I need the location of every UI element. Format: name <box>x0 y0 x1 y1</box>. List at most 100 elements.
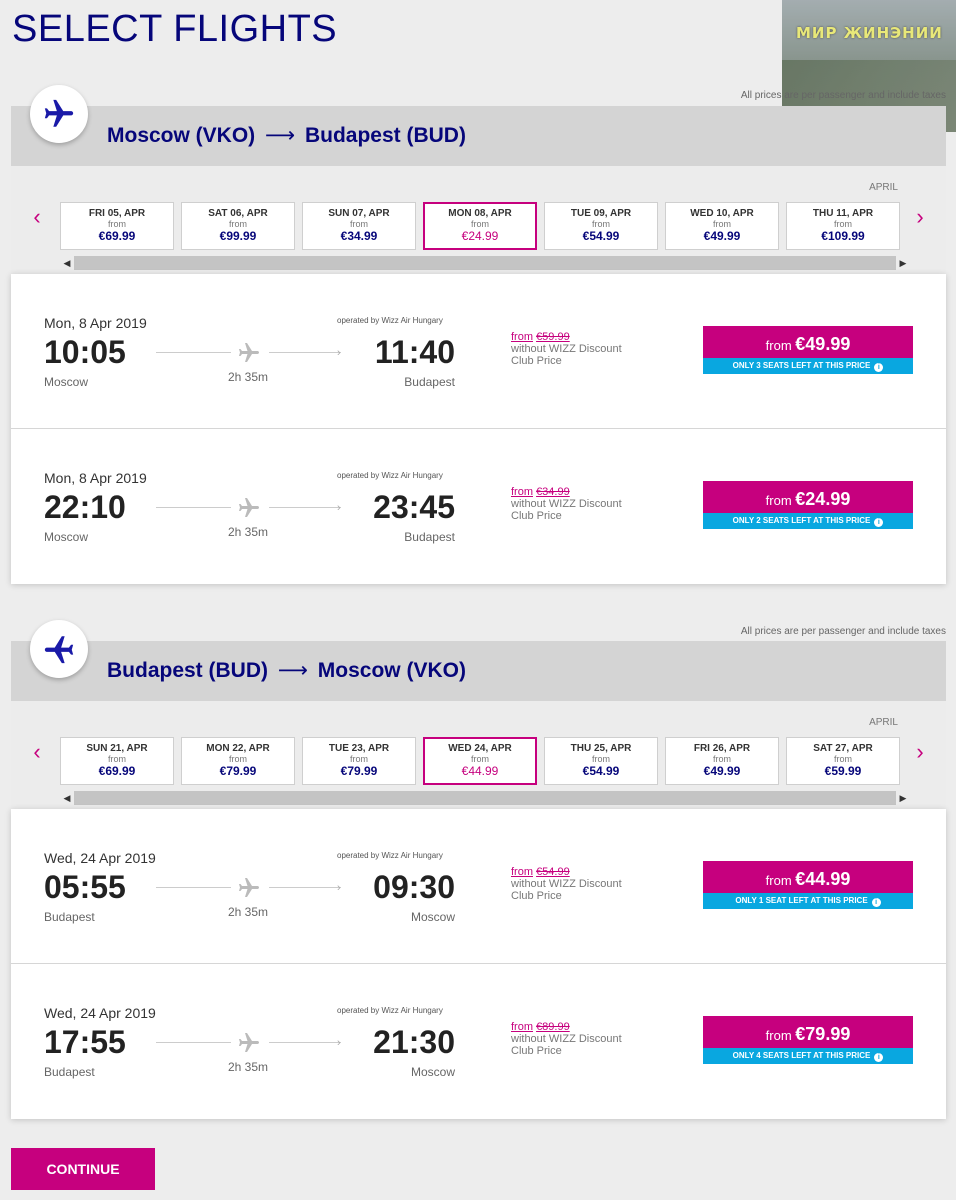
date-label: TUE 09, APR <box>570 208 632 219</box>
date-from-label: from <box>592 219 610 229</box>
fare-from-label: from <box>765 873 792 888</box>
arrow-right-icon: › <box>337 347 341 359</box>
select-fare-button[interactable]: from €79.99 ONLY 4 SEATS LEFT AT THIS PR… <box>703 1016 913 1064</box>
date-card[interactable]: TUE 23, APR from €79.99 <box>302 737 416 785</box>
date-price: €79.99 <box>340 764 378 778</box>
scroll-left-arrow-icon[interactable]: ◀ <box>60 258 74 269</box>
date-from-label: from <box>229 219 247 229</box>
departure-city: Moscow <box>44 530 89 544</box>
operated-by: operated by Wizz Air Hungary <box>337 851 443 860</box>
arrow-right-icon: › <box>337 502 341 514</box>
date-from-label: from <box>350 754 368 764</box>
club-price[interactable]: €89.99 <box>536 1021 570 1033</box>
date-card-selected[interactable]: MON 08, APR from €24.99 <box>423 202 537 250</box>
select-fare-button[interactable]: from €49.99 ONLY 3 SEATS LEFT AT THIS PR… <box>703 326 913 374</box>
continue-button[interactable]: CONTINUE <box>11 1148 155 1190</box>
date-price: €54.99 <box>582 764 620 778</box>
club-note: without WIZZ Discount <box>511 343 622 355</box>
arrow-right-icon: › <box>337 1037 341 1049</box>
date-label: SAT 27, APR <box>813 743 873 754</box>
date-card-selected[interactable]: WED 24, APR from €44.99 <box>423 737 537 785</box>
fare-from-label: from <box>765 1028 792 1043</box>
date-card[interactable]: THU 25, APR from €54.99 <box>544 737 658 785</box>
route-line <box>269 507 341 508</box>
info-icon[interactable]: i <box>871 898 881 907</box>
scroll-left-arrow-icon[interactable]: ◀ <box>60 793 74 804</box>
flight-date: Wed, 24 Apr 2019 <box>44 850 156 866</box>
date-label: FRI 26, APR <box>693 743 751 754</box>
club-price[interactable]: €34.99 <box>536 486 570 498</box>
date-label: SAT 06, APR <box>208 208 268 219</box>
date-label: MON 08, APR <box>448 208 512 219</box>
route-title: Moscow (VKO) ⟶ Budapest (BUD) <box>107 123 466 148</box>
fare-amount: €49.99 <box>795 334 851 354</box>
date-card[interactable]: MON 22, APR from €79.99 <box>181 737 295 785</box>
arrow-right-icon: › <box>337 882 341 894</box>
plane-icon <box>237 496 261 525</box>
club-price-info: from €54.99 without WIZZ Discount Club P… <box>511 866 622 902</box>
info-icon[interactable]: i <box>874 1053 884 1062</box>
club-note: Club Price <box>511 1045 562 1057</box>
outbound-flights-panel: Mon, 8 Apr 2019 operated by Wizz Air Hun… <box>11 274 946 584</box>
plane-icon <box>237 341 261 370</box>
club-from-link[interactable]: from <box>511 331 533 343</box>
departure-time: 22:10 <box>44 489 126 525</box>
arrival-time: 11:40 <box>374 334 455 370</box>
club-note: without WIZZ Discount <box>511 878 622 890</box>
scrollbar-thumb[interactable] <box>74 256 896 270</box>
scroll-right-arrow-icon[interactable]: ▶ <box>896 258 910 269</box>
info-icon[interactable]: i <box>874 363 884 372</box>
prev-dates-chevron-left-icon[interactable]: ‹ <box>27 206 47 228</box>
fare-price: from €79.99 <box>703 1016 913 1048</box>
club-price[interactable]: €59.99 <box>536 331 570 343</box>
date-price: €49.99 <box>703 764 741 778</box>
club-from-link[interactable]: from <box>511 486 533 498</box>
date-card[interactable]: FRI 26, APR from €49.99 <box>665 737 779 785</box>
seats-left-banner: ONLY 1 SEAT LEFT AT THIS PRICE i <box>703 893 913 909</box>
date-card[interactable]: THU 11, APR from €109.99 <box>786 202 900 250</box>
outbound-route-header: Moscow (VKO) ⟶ Budapest (BUD) <box>11 106 946 166</box>
club-price[interactable]: €54.99 <box>536 866 570 878</box>
scrollbar-thumb[interactable] <box>74 791 896 805</box>
date-card[interactable]: SUN 21, APR from €69.99 <box>60 737 174 785</box>
date-card[interactable]: WED 10, APR from €49.99 <box>665 202 779 250</box>
next-dates-chevron-right-icon[interactable]: › <box>910 741 930 763</box>
operated-by: operated by Wizz Air Hungary <box>337 316 443 325</box>
club-from-link[interactable]: from <box>511 866 533 878</box>
departure-city: Budapest <box>44 1065 95 1079</box>
club-note: Club Price <box>511 510 562 522</box>
next-dates-chevron-right-icon[interactable]: › <box>910 206 930 228</box>
fare-price: from €24.99 <box>703 481 913 513</box>
date-from-label: from <box>229 754 247 764</box>
date-card[interactable]: SAT 06, APR from €99.99 <box>181 202 295 250</box>
date-from-label: from <box>108 219 126 229</box>
club-note: Club Price <box>511 355 562 367</box>
prev-dates-chevron-left-icon[interactable]: ‹ <box>27 741 47 763</box>
date-price: €34.99 <box>340 229 378 243</box>
date-card[interactable]: SUN 07, APR from €34.99 <box>302 202 416 250</box>
date-label: MON 22, APR <box>206 743 270 754</box>
info-icon[interactable]: i <box>874 518 884 527</box>
seats-left-banner: ONLY 3 SEATS LEFT AT THIS PRICE i <box>703 358 913 374</box>
club-note: without WIZZ Discount <box>511 1033 622 1045</box>
club-from-link[interactable]: from <box>511 1021 533 1033</box>
date-card[interactable]: FRI 05, APR from €69.99 <box>60 202 174 250</box>
month-label: APRIL <box>869 717 898 728</box>
scroll-right-arrow-icon[interactable]: ▶ <box>896 793 910 804</box>
date-label: SUN 07, APR <box>328 208 390 219</box>
seats-left-text: ONLY 4 SEATS LEFT AT THIS PRICE <box>732 1051 871 1060</box>
date-card[interactable]: SAT 27, APR from €59.99 <box>786 737 900 785</box>
date-card[interactable]: TUE 09, APR from €54.99 <box>544 202 658 250</box>
select-fare-button[interactable]: from €24.99 ONLY 2 SEATS LEFT AT THIS PR… <box>703 481 913 529</box>
date-price: €44.99 <box>461 764 499 778</box>
date-price: €54.99 <box>582 229 620 243</box>
flight-duration: 2h 35m <box>228 905 269 919</box>
select-fare-button[interactable]: from €44.99 ONLY 1 SEAT LEFT AT THIS PRI… <box>703 861 913 909</box>
date-label: FRI 05, APR <box>88 208 146 219</box>
operated-by: operated by Wizz Air Hungary <box>337 1006 443 1015</box>
departure-city: Moscow <box>44 375 89 389</box>
date-scrollbar[interactable]: ◀ ▶ <box>60 791 910 805</box>
page-title: SELECT FLIGHTS <box>12 8 338 50</box>
seats-left-banner: ONLY 4 SEATS LEFT AT THIS PRICE i <box>703 1048 913 1064</box>
date-scrollbar[interactable]: ◀ ▶ <box>60 256 910 270</box>
